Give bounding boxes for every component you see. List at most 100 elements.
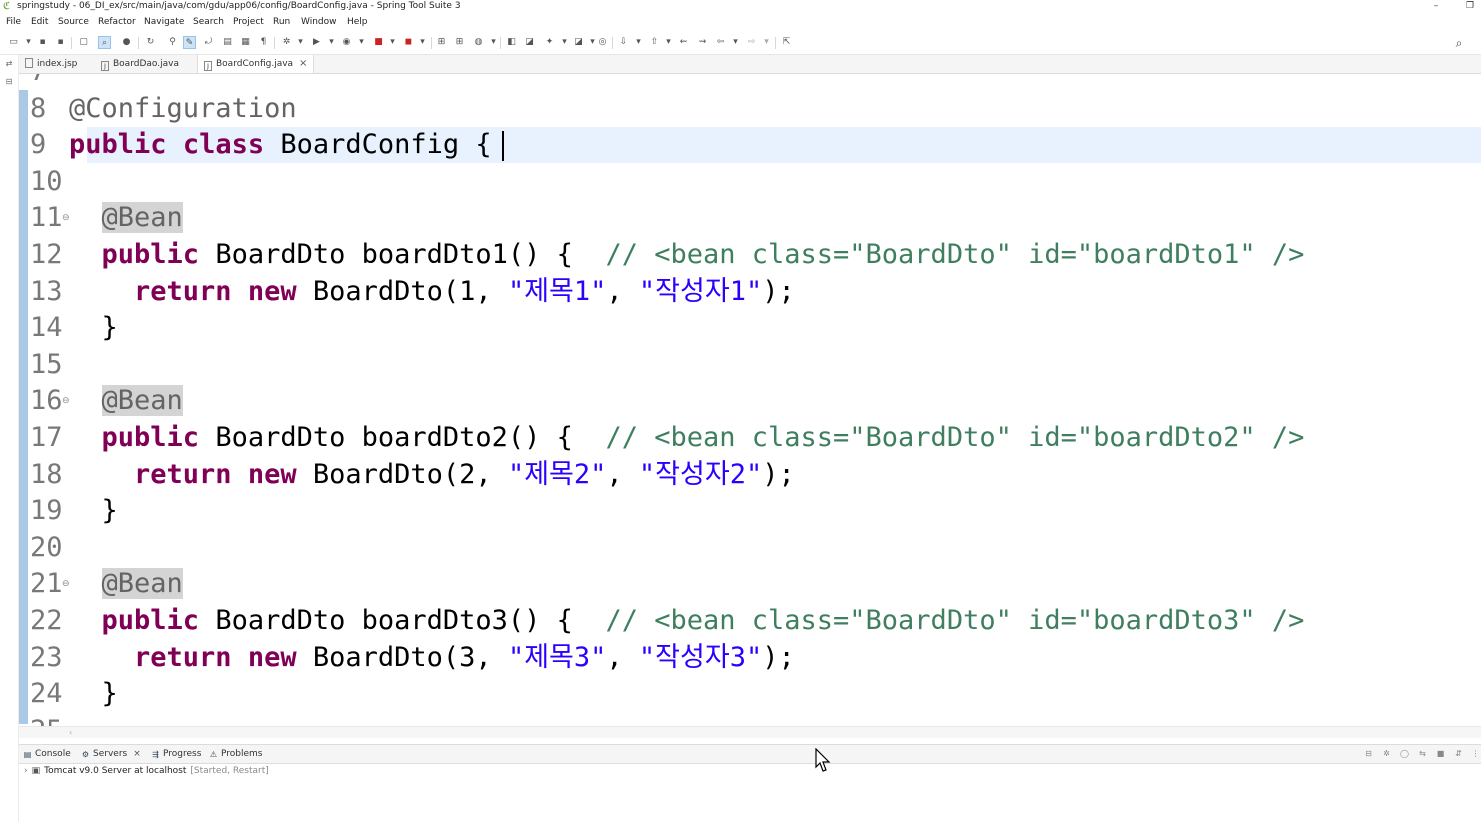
tab-console[interactable]: ▤ Console (23, 745, 71, 763)
code-line[interactable]: @Configuration (69, 91, 297, 127)
minimize-button[interactable]: – (1426, 0, 1446, 13)
restore-button[interactable]: ❐ (1460, 0, 1480, 13)
run-icon[interactable]: ▶ (310, 36, 323, 49)
menu-refactor[interactable]: Refactor (98, 16, 136, 29)
external-tools-icon[interactable]: ◉ (340, 36, 353, 49)
code-line[interactable]: @Bean (69, 200, 183, 236)
close-icon[interactable]: × (133, 749, 141, 759)
last-edit-icon[interactable]: ⇜ (677, 36, 690, 49)
save-all-icon[interactable]: ▪ (54, 36, 67, 49)
dropdown-arrow-icon[interactable]: ▾ (487, 36, 500, 49)
collapse-icon[interactable]: ⊟ (1363, 748, 1374, 759)
refresh-icon[interactable]: ↻ (144, 36, 157, 49)
toggle-breadcrumb-icon[interactable]: ⌕ (98, 36, 111, 49)
server-name: Tomcat v9.0 Server at localhost (44, 766, 187, 776)
search-icon[interactable]: ⌕ (1451, 35, 1467, 51)
code-line[interactable]: } (69, 676, 118, 712)
show-whitespace-icon[interactable]: ▦ (239, 36, 252, 49)
editor-tab-bar: index.jsp J BoardDao.java J BoardConfig.ja… (19, 55, 1481, 74)
debug-server-icon[interactable]: ✲ (1381, 748, 1392, 759)
forward-edit-icon[interactable]: ⇝ (696, 36, 709, 49)
menu-file[interactable]: File (6, 16, 21, 29)
stop-icon[interactable]: ■ (372, 36, 385, 49)
new-java-project-icon[interactable]: ⊞ (435, 36, 448, 49)
debug-run-icon[interactable]: ✲ (280, 36, 293, 49)
restart-server-icon[interactable]: ⇆ (1417, 748, 1428, 759)
menu-source[interactable]: Source (58, 16, 89, 29)
forward-icon[interactable]: ⇨ (745, 36, 758, 49)
scroll-left-icon[interactable]: ‹ (69, 727, 72, 738)
code-line[interactable]: @Bean (69, 566, 183, 602)
tab-boardconfig-java[interactable]: J BoardConfig.java × (197, 55, 315, 73)
new-class-icon[interactable]: ◍ (472, 36, 485, 49)
open-task-icon[interactable]: ◪ (523, 36, 536, 49)
code-line[interactable]: return new BoardDto(2, "제목2", "작성자2"); (69, 457, 795, 493)
code-line[interactable]: } (69, 310, 118, 346)
stop-server-icon[interactable]: ■ (1435, 748, 1446, 759)
code-editor[interactable]: 7 8 @Configuration 9 public class BoardConfi… (19, 74, 1481, 726)
dropdown-arrow-icon[interactable]: ▾ (355, 36, 368, 49)
dropdown-arrow-icon[interactable]: ▾ (416, 36, 429, 49)
globe-icon[interactable]: ◎ (596, 36, 609, 49)
menu-edit[interactable]: Edit (31, 16, 48, 29)
close-icon[interactable]: × (299, 58, 307, 69)
block-select-icon[interactable]: ▤ (221, 36, 234, 49)
word-wrap-icon[interactable]: ⤾ (202, 36, 215, 49)
server-tree-row[interactable]: › ▣ Tomcat v9.0 Server at localhost [Starte… (24, 764, 269, 778)
dropdown-arrow-icon[interactable]: ▾ (729, 36, 742, 49)
back-icon[interactable]: ⇦ (714, 36, 727, 49)
menu-window[interactable]: Window (301, 16, 337, 29)
dropdown-arrow-icon[interactable]: ▾ (325, 36, 338, 49)
dropdown-arrow-icon[interactable]: ▾ (386, 36, 399, 49)
dropdown-arrow-icon[interactable]: ▾ (558, 36, 571, 49)
menu-run[interactable]: Run (273, 16, 290, 29)
pilcrow-icon[interactable]: ¶ (257, 36, 270, 49)
code-line[interactable]: return new BoardDto(1, "제목1", "작성자1"); (69, 274, 795, 310)
horizontal-scrollbar[interactable]: ‹ (19, 726, 1481, 738)
save-icon[interactable]: ▪ (36, 36, 49, 49)
code-line[interactable]: public BoardDto boardDto2() { // <bean c… (69, 420, 1305, 456)
code-line[interactable]: public BoardDto boardDto1() { // <bean c… (69, 237, 1305, 273)
previous-annotation-icon[interactable]: ⇧ (648, 36, 661, 49)
open-console-icon[interactable]: ▢ (77, 36, 90, 49)
menu-help[interactable]: Help (347, 16, 368, 29)
line-number: 14 (30, 312, 63, 344)
code-line[interactable]: return new BoardDto(3, "제목3", "작성자3"); (69, 640, 795, 676)
publish-icon[interactable]: ⇵ (1453, 748, 1464, 759)
debug-icon[interactable]: ● (120, 36, 133, 49)
new-icon[interactable]: ▭ (7, 36, 20, 49)
code-line[interactable]: public BoardDto boardDto3() { // <bean c… (69, 603, 1305, 639)
mark-occurrences-icon[interactable]: ⚲ (166, 36, 179, 49)
start-server-icon[interactable]: ◯ (1399, 748, 1410, 759)
code-line[interactable]: @Bean (69, 383, 183, 419)
search-tool-icon[interactable]: ✦ (543, 36, 556, 49)
tab-boarddao-java[interactable]: J BoardDao.java (101, 55, 179, 73)
tab-servers[interactable]: ⚙ Servers × (81, 745, 141, 763)
view-menu-icon[interactable]: ⋮ (1470, 748, 1481, 759)
server-stop-icon[interactable]: ◼ (402, 36, 415, 49)
pin-editor-icon[interactable]: ⇱ (780, 36, 793, 49)
dropdown-arrow-icon[interactable]: ▾ (632, 36, 645, 49)
chevron-right-icon[interactable]: › (24, 766, 28, 776)
tab-progress[interactable]: ⇶ Progress (151, 745, 201, 763)
code-line[interactable]: public class BoardConfig { (69, 127, 492, 163)
tab-index-jsp[interactable]: index.jsp (25, 55, 77, 73)
open-type-icon[interactable]: ◧ (505, 36, 518, 49)
menu-navigate[interactable]: Navigate (144, 16, 184, 29)
package-explorer-icon[interactable]: ⊟ (4, 77, 14, 87)
dropdown-arrow-icon[interactable]: ▾ (760, 36, 773, 49)
next-annotation-icon[interactable]: ⇩ (617, 36, 630, 49)
open-folder-icon[interactable]: ◪ (572, 36, 585, 49)
code-line[interactable]: } (69, 493, 118, 529)
dropdown-arrow-icon[interactable]: ▾ (22, 36, 35, 49)
highlight-icon[interactable]: ✎ (183, 36, 196, 49)
restore-view-icon[interactable]: ⇄ (4, 59, 14, 69)
menu-search[interactable]: Search (193, 16, 224, 29)
new-package-icon[interactable]: ⊞ (453, 36, 466, 49)
left-trim-bar: ⇄ ⊟ (0, 55, 19, 822)
dropdown-arrow-icon[interactable]: ▾ (294, 36, 307, 49)
tab-problems[interactable]: ⚠ Problems (209, 745, 263, 763)
menu-project[interactable]: Project (233, 16, 264, 29)
token-kw: return (134, 275, 232, 307)
dropdown-arrow-icon[interactable]: ▾ (662, 36, 675, 49)
